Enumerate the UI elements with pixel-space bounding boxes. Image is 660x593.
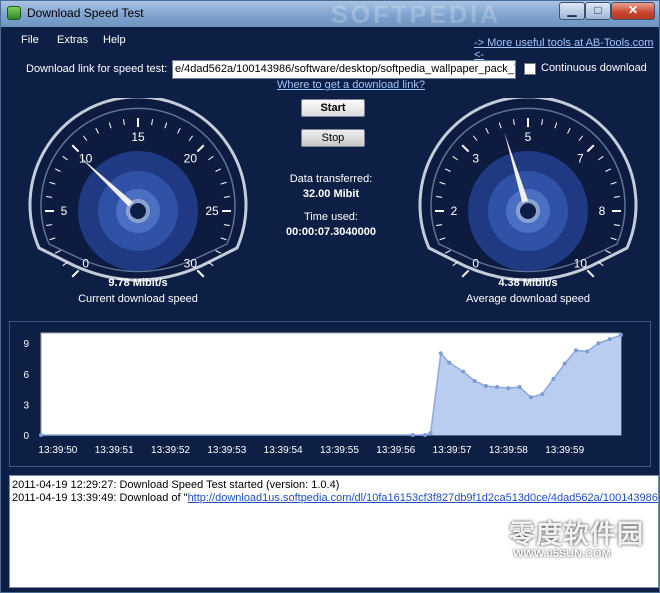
- log-download-link[interactable]: http://download1us.softpedia.com/dl/10fa…: [188, 492, 658, 504]
- menu-extras[interactable]: Extras: [57, 34, 88, 46]
- chart-point: [39, 433, 43, 437]
- where-to-get-link[interactable]: Where to get a download link?: [277, 79, 425, 91]
- average-gauge-tick-label: 3: [472, 152, 479, 166]
- menu-file[interactable]: File: [21, 34, 39, 46]
- chart-y-tick-label: 9: [23, 339, 29, 350]
- current-gauge-tick-label: 10: [79, 152, 93, 166]
- brand-watermark: 零度软件园: [509, 519, 645, 549]
- continuous-download-checkbox[interactable]: [524, 63, 536, 75]
- current-gauge-tick-label: 20: [184, 152, 198, 166]
- chart-point: [585, 349, 590, 354]
- title-bar[interactable]: Download Speed Test SOFTPEDIA ▁ □ ✕: [1, 1, 659, 29]
- maximize-button[interactable]: □: [585, 2, 611, 20]
- chart-point: [528, 395, 533, 400]
- time-used-label: Time used:: [303, 211, 358, 223]
- current-gauge-tick: [196, 269, 205, 278]
- chart-point: [483, 384, 488, 389]
- softpedia-watermark: SOFTPEDIA: [331, 1, 502, 29]
- chart-point: [562, 361, 567, 366]
- app-icon: [7, 6, 21, 20]
- current-speed-value: 9.78 Mibit/s: [108, 277, 168, 289]
- current-speed-gauge: 0 5 10 15 20 25 30: [28, 98, 248, 282]
- chart-point: [596, 341, 601, 346]
- chart-y-tick-label: 0: [23, 431, 29, 442]
- menu-help[interactable]: Help: [103, 34, 126, 46]
- download-url-input[interactable]: e/4dad562a/100143986/software/desktop/so…: [172, 60, 516, 79]
- log-line: 2011-04-19 13:39:49: Download of "http:/…: [12, 492, 658, 505]
- start-button[interactable]: Start: [301, 99, 365, 117]
- average-gauge-tick-label: 10: [574, 256, 588, 270]
- data-transferred-value: 32.00 Mibit: [302, 188, 360, 200]
- close-button[interactable]: ✕: [611, 2, 655, 20]
- chart-x-tick-label: 13:39:59: [545, 445, 584, 456]
- chart-x-tick-label: 13:39:53: [207, 445, 246, 456]
- chart-point: [517, 385, 522, 390]
- log-line: 2011-04-19 12:29:27: Download Speed Test…: [12, 479, 340, 491]
- app-window: Download Speed Test SOFTPEDIA ▁ □ ✕ File…: [0, 0, 660, 593]
- site-watermark: WWW.05SUN.COM: [513, 548, 611, 560]
- chart-y-tick-label: 6: [23, 370, 29, 381]
- chart-point: [540, 392, 545, 397]
- chart-point: [410, 433, 415, 437]
- current-gauge-hub: [128, 201, 148, 221]
- current-gauge-tick-label: 5: [61, 204, 68, 218]
- ab-tools-link[interactable]: -> More useful tools at AB-Tools.com <-: [474, 37, 659, 61]
- average-gauge-tick-label: 2: [451, 204, 458, 218]
- chart-point: [472, 378, 477, 383]
- chart-point: [619, 333, 623, 338]
- average-gauge-tick-label: 0: [472, 256, 479, 270]
- chart-point: [607, 337, 612, 342]
- average-gauge-tick-label: 5: [525, 130, 532, 144]
- chart-x-tick-label: 13:39:58: [489, 445, 528, 456]
- continuous-download-label: Continuous download: [541, 62, 647, 74]
- minimize-button[interactable]: ▁: [559, 2, 585, 20]
- stop-button[interactable]: Stop: [301, 129, 365, 147]
- average-gauge-tick: [586, 269, 595, 278]
- chart-x-tick-label: 13:39:55: [320, 445, 359, 456]
- chart-point: [551, 376, 556, 381]
- chart-x-tick-label: 13:39:51: [95, 445, 134, 456]
- chart-point: [423, 433, 428, 437]
- time-used-value: 00:00:07.3040000: [286, 226, 376, 238]
- current-gauge-tick: [71, 269, 80, 278]
- speed-history-chart: 0 3 6 9 13:39:50 13:39:51 13:39:52 13:39:53 13:3…: [23, 332, 623, 456]
- current-gauge-tick-label: 15: [131, 130, 145, 144]
- average-gauge-tick-label: 7: [577, 152, 584, 166]
- chart-y-tick-label: 3: [23, 400, 29, 411]
- average-gauge-tick: [461, 269, 470, 278]
- chart-point: [573, 348, 578, 353]
- current-gauge-tick-label: 0: [82, 256, 89, 270]
- chart-x-tick-label: 13:39:54: [264, 445, 303, 456]
- window-title: Download Speed Test: [27, 6, 144, 20]
- current-gauge-tick-label: 30: [184, 256, 198, 270]
- chart-point: [495, 385, 500, 390]
- chart-point: [461, 369, 466, 374]
- data-transferred-label: Data transferred:: [289, 173, 373, 185]
- chart-point: [447, 360, 452, 365]
- chart-x-tick-label: 13:39:52: [151, 445, 190, 456]
- chart-x-tick-label: 13:39:57: [433, 445, 472, 456]
- average-speed-value: 4.38 Mibit/s: [498, 277, 558, 289]
- current-gauge-tick-label: 25: [205, 204, 219, 218]
- chart-x-tick-label: 13:39:50: [38, 445, 77, 456]
- current-speed-caption: Current download speed: [78, 293, 198, 305]
- average-speed-caption: Average download speed: [466, 293, 590, 305]
- chart-point: [428, 430, 433, 435]
- chart-x-tick-label: 13:39:56: [376, 445, 415, 456]
- download-link-label: Download link for speed test:: [26, 63, 168, 75]
- average-gauge-tick-label: 8: [599, 204, 606, 218]
- chart-point: [506, 386, 511, 391]
- chart-point: [438, 351, 443, 356]
- average-gauge-hub: [518, 201, 538, 221]
- average-speed-gauge: 0 2 3 5 7 8 10: [418, 98, 638, 282]
